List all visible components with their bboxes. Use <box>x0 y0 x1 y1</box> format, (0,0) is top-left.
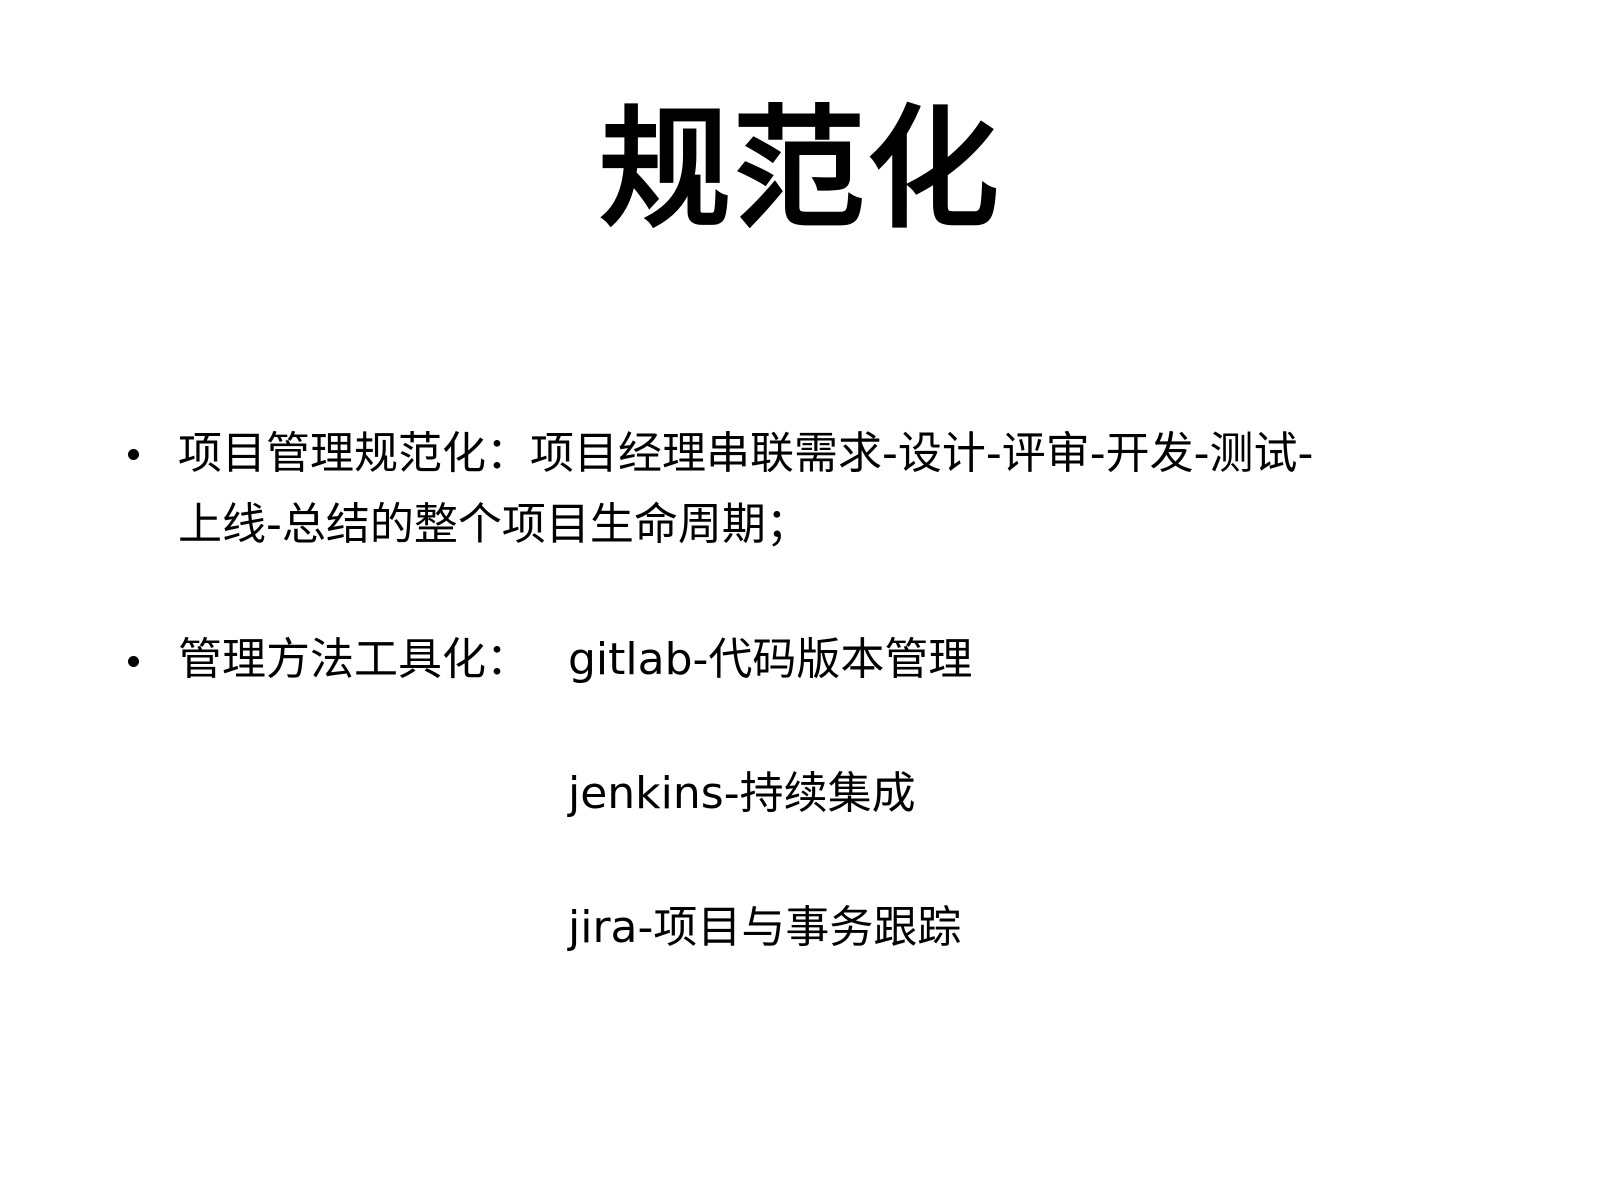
tool-gitlab: gitlab-代码版本管理 <box>568 634 973 685</box>
slide-title: 规范化 <box>599 93 1001 247</box>
bullet-dot-2 <box>128 656 139 667</box>
bullet-2-label: 管理方法工具化： <box>178 634 530 685</box>
bullet-1-line-1: 项目管理规范化：项目经理串联需求-设计-评审-开发-测试- <box>178 428 1314 479</box>
tool-jenkins: jenkins-持续集成 <box>568 768 916 819</box>
bullet-dot-1 <box>128 449 139 460</box>
slide: 规范化 项目管理规范化：项目经理串联需求-设计-评审-开发-测试- 上线-总结的… <box>0 0 1600 1200</box>
bullet-1-line-2: 上线-总结的整个项目生命周期； <box>178 499 810 550</box>
tool-jira: jira-项目与事务跟踪 <box>568 902 962 953</box>
